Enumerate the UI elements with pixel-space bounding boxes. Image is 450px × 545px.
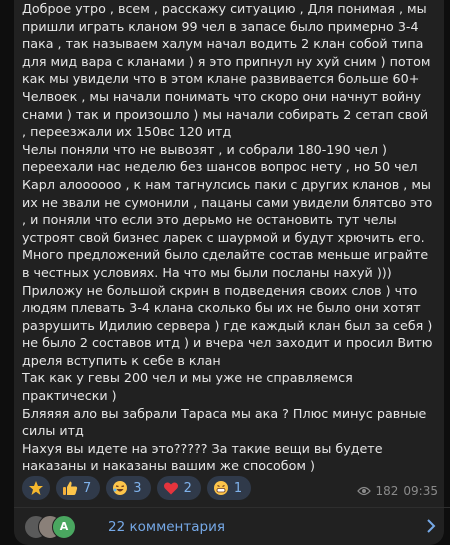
message-paragraph-2: Челы поняли что не вывозят , и собрали 1… — [22, 141, 433, 245]
avatar: A — [52, 514, 76, 539]
red-heart-icon — [163, 482, 178, 495]
chevron-right-icon[interactable] — [426, 519, 436, 533]
message-paragraph-4: Приложу не большой скрин в подведения св… — [22, 282, 433, 368]
reaction-count: 7 — [83, 480, 92, 496]
star-icon — [29, 481, 43, 495]
reaction-thumbs-up[interactable]: 7 — [56, 476, 101, 500]
message-paragraph-3: Много предложений было сделайте состав м… — [22, 247, 429, 280]
reaction-count: 3 — [133, 480, 142, 496]
reaction-star[interactable] — [22, 476, 50, 500]
message-paragraph-5: Так как у гевы 200 чел и мы уже не справ… — [22, 370, 353, 404]
reaction-count: 1 — [233, 480, 243, 496]
rofl-icon — [113, 481, 128, 495]
message-meta: 182 09:35 — [356, 484, 438, 498]
thumbs-up-icon — [63, 481, 78, 495]
view-count: 182 — [375, 484, 399, 498]
message-time: 09:35 — [403, 484, 438, 498]
comments-link[interactable]: A 22 комментария — [14, 508, 450, 545]
reaction-count: 2 — [183, 480, 192, 496]
reaction-grin[interactable]: 1 — [206, 476, 252, 500]
reaction-red-heart[interactable]: 2 — [156, 476, 201, 500]
message-text: Доброе утро , всем , расскажу ситуацию ,… — [22, 0, 436, 475]
eye-icon — [356, 486, 371, 496]
commenter-avatars: A — [24, 514, 94, 539]
reaction-rofl[interactable]: 3 — [106, 476, 151, 500]
reactions-bar: 7 3 2 1 — [22, 476, 252, 500]
comments-label[interactable]: 22 комментария — [108, 519, 225, 535]
grin-icon — [213, 481, 228, 495]
message-paragraph-7: Нахуя вы идете на это????? За такие вещи… — [22, 440, 383, 474]
message-paragraph-1: Доброе утро , всем , расскажу ситуацию ,… — [22, 1, 431, 140]
message-paragraph-6: Бляяяя ало вы забрали Тараса мы ака ? Пл… — [22, 405, 427, 439]
